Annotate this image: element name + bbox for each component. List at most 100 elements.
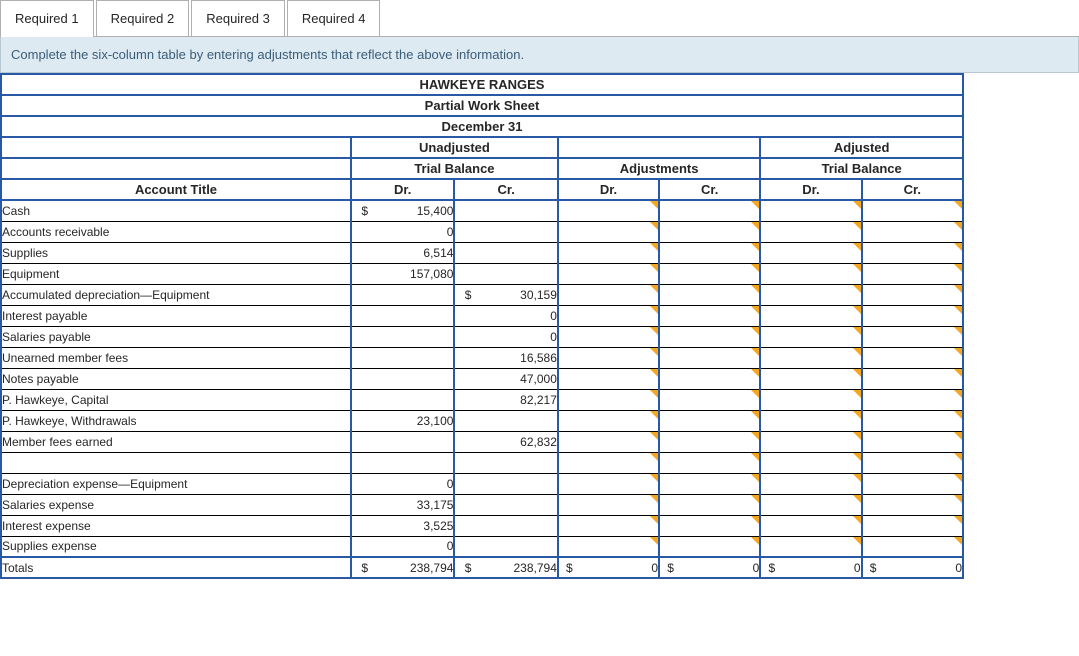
unadj-cr: 0	[481, 326, 558, 347]
adjbal-dr-sym	[760, 284, 782, 305]
adj-cr[interactable]	[681, 452, 760, 473]
adjbal-dr[interactable]	[782, 200, 861, 221]
adjbal-dr-sym	[760, 326, 782, 347]
adj-dr[interactable]	[580, 284, 659, 305]
sub-adjusted: Trial Balance	[760, 158, 963, 179]
adjbal-cr[interactable]	[884, 326, 963, 347]
adjbal-dr[interactable]	[782, 305, 861, 326]
account-title-cell: Interest payable	[1, 305, 351, 326]
adjbal-dr[interactable]	[782, 410, 861, 431]
adjbal-dr[interactable]	[782, 536, 861, 557]
adj-dr[interactable]	[580, 515, 659, 536]
adjbal-cr[interactable]	[884, 452, 963, 473]
table-row: Interest payable0	[1, 305, 963, 326]
adjbal-cr[interactable]	[884, 263, 963, 284]
adjbal-dr-sym	[760, 389, 782, 410]
account-title-cell: Cash	[1, 200, 351, 221]
adjbal-dr[interactable]	[782, 326, 861, 347]
adjbal-cr[interactable]	[884, 473, 963, 494]
adj-dr[interactable]	[580, 431, 659, 452]
adj-dr[interactable]	[580, 368, 659, 389]
adj-cr[interactable]	[681, 368, 760, 389]
adjbal-cr[interactable]	[884, 431, 963, 452]
totals-label: Totals	[1, 557, 351, 578]
account-title-cell: Interest expense	[1, 515, 351, 536]
adj-dr[interactable]	[580, 305, 659, 326]
adjbal-cr[interactable]	[884, 221, 963, 242]
adj-cr[interactable]	[681, 242, 760, 263]
adjbal-cr[interactable]	[884, 536, 963, 557]
adj-dr[interactable]	[580, 221, 659, 242]
adjbal-dr[interactable]	[782, 221, 861, 242]
adjbal-cr[interactable]	[884, 347, 963, 368]
adj-dr[interactable]	[580, 473, 659, 494]
unadj-cr-sym: $	[454, 284, 480, 305]
unadj-cr-sym	[454, 326, 480, 347]
adjbal-cr-sym	[862, 452, 884, 473]
tab-required-3[interactable]: Required 3	[191, 0, 285, 36]
unadj-dr-sym	[351, 452, 377, 473]
adj-dr[interactable]	[580, 347, 659, 368]
col-adj-dr: Dr.	[558, 179, 659, 200]
adj-dr[interactable]	[580, 494, 659, 515]
totals-adj-dr: 0	[580, 557, 659, 578]
adjbal-cr[interactable]	[884, 515, 963, 536]
col-adjbal-cr: Cr.	[862, 179, 963, 200]
adj-dr[interactable]	[580, 389, 659, 410]
adj-cr[interactable]	[681, 410, 760, 431]
adjbal-dr[interactable]	[782, 389, 861, 410]
adj-cr[interactable]	[681, 536, 760, 557]
adjbal-dr[interactable]	[782, 452, 861, 473]
adj-cr[interactable]	[681, 200, 760, 221]
adj-cr[interactable]	[681, 431, 760, 452]
adj-dr[interactable]	[580, 242, 659, 263]
adjbal-dr[interactable]	[782, 515, 861, 536]
unadj-cr: 16,586	[481, 347, 558, 368]
adjbal-cr[interactable]	[884, 494, 963, 515]
adj-dr[interactable]	[580, 536, 659, 557]
adj-dr[interactable]	[580, 326, 659, 347]
sub-unadjusted: Trial Balance	[351, 158, 558, 179]
adjbal-dr[interactable]	[782, 494, 861, 515]
tab-required-2[interactable]: Required 2	[96, 0, 190, 36]
adjbal-dr[interactable]	[782, 473, 861, 494]
table-row: Depreciation expense—Equipment0	[1, 473, 963, 494]
adjbal-dr-sym	[760, 515, 782, 536]
adj-cr[interactable]	[681, 515, 760, 536]
adj-cr-sym	[659, 452, 681, 473]
adj-dr-sym	[558, 452, 580, 473]
adjbal-cr[interactable]	[884, 284, 963, 305]
adj-cr[interactable]	[681, 389, 760, 410]
tab-required-1[interactable]: Required 1	[0, 0, 94, 36]
adjbal-cr[interactable]	[884, 389, 963, 410]
adj-dr[interactable]	[580, 200, 659, 221]
adj-cr-sym	[659, 431, 681, 452]
tab-required-4[interactable]: Required 4	[287, 0, 381, 36]
adjbal-dr[interactable]	[782, 242, 861, 263]
adj-dr[interactable]	[580, 452, 659, 473]
table-row	[1, 452, 963, 473]
adjbal-dr[interactable]	[782, 431, 861, 452]
adj-dr[interactable]	[580, 410, 659, 431]
adj-cr-sym	[659, 515, 681, 536]
adjbal-cr[interactable]	[884, 368, 963, 389]
adj-cr[interactable]	[681, 284, 760, 305]
adjbal-dr[interactable]	[782, 368, 861, 389]
adjbal-cr[interactable]	[884, 200, 963, 221]
adj-cr[interactable]	[681, 326, 760, 347]
adjbal-dr[interactable]	[782, 284, 861, 305]
adj-cr[interactable]	[681, 221, 760, 242]
adjbal-cr[interactable]	[884, 305, 963, 326]
adj-cr[interactable]	[681, 473, 760, 494]
adjbal-dr[interactable]	[782, 347, 861, 368]
account-title-cell: Accounts receivable	[1, 221, 351, 242]
adjbal-dr-sym	[760, 368, 782, 389]
adj-cr[interactable]	[681, 494, 760, 515]
adjbal-dr[interactable]	[782, 263, 861, 284]
adj-cr[interactable]	[681, 347, 760, 368]
adjbal-cr[interactable]	[884, 410, 963, 431]
adj-dr[interactable]	[580, 263, 659, 284]
adj-cr[interactable]	[681, 305, 760, 326]
adjbal-cr[interactable]	[884, 242, 963, 263]
adj-cr[interactable]	[681, 263, 760, 284]
